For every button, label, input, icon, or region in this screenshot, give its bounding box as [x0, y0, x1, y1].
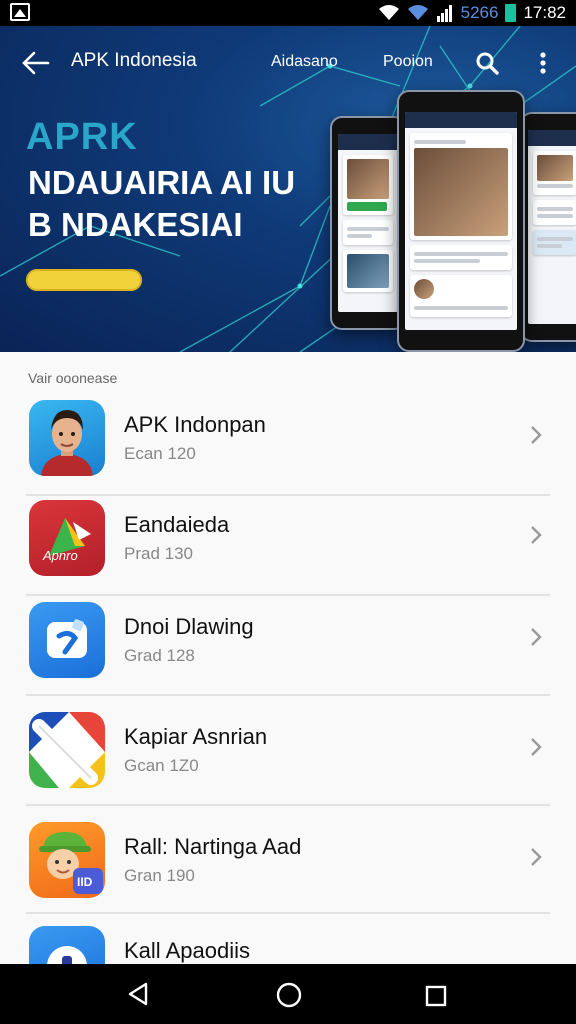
app-name: APK Indonpan — [124, 412, 266, 437]
app-subtitle: Gran 190 — [124, 866, 195, 885]
phone-screen — [528, 130, 576, 324]
app-subtitle: Ecan 120 — [124, 444, 196, 463]
phone-screen — [338, 134, 398, 312]
app-title: APK Indonesia — [71, 50, 197, 71]
divider — [26, 804, 550, 806]
list-item[interactable]: Apnro Eandaieda Prad 130 — [26, 500, 550, 596]
drawing-app-icon — [29, 602, 105, 678]
app-bar: APK Indonesia Aidasano Pooion — [0, 26, 576, 100]
phone-mockup-left — [330, 116, 406, 330]
chevron-right-icon — [531, 628, 542, 646]
list-item[interactable]: Dnoi Dlawing Grad 128 — [26, 602, 550, 696]
phone-screen — [405, 112, 517, 330]
list-item[interactable]: IID Rall: Nartinga Aad Gran 190 — [26, 822, 550, 914]
banner-headline-line2: B NDAKESIAI — [28, 206, 243, 243]
tab-aidasano[interactable]: Aidasano — [271, 53, 338, 71]
chevron-right-icon — [531, 526, 542, 544]
app-subtitle: Gcan 1Z0 — [124, 756, 199, 775]
chevron-right-icon — [531, 738, 542, 756]
battery-icon — [505, 4, 517, 22]
app-list: Vair ooonease APK Indonpan Ecan 120 Apnr — [0, 352, 576, 964]
status-bar: 5266 17:82 — [0, 0, 576, 26]
app-subtitle: Prad 130 — [124, 544, 193, 563]
app-name: Kall Apaodiis — [124, 938, 250, 963]
more-vert-icon[interactable] — [533, 50, 553, 76]
section-label: Vair ooonease — [28, 370, 118, 386]
app-name: Eandaieda — [124, 512, 230, 537]
blue-app-icon — [29, 926, 105, 964]
signal-icon — [436, 5, 452, 22]
image-icon — [10, 3, 30, 21]
navigation-bar — [0, 964, 576, 1024]
divider — [26, 594, 550, 596]
app-name: Rall: Nartinga Aad — [124, 834, 302, 859]
app-name: Kapiar Asnrian — [124, 724, 268, 749]
status-icons: 5266 17:82 — [378, 3, 566, 23]
divider — [26, 912, 550, 914]
divider — [26, 494, 550, 496]
signal-text: 5266 — [460, 3, 499, 22]
cartoon-avatar-icon: IID — [29, 822, 105, 898]
nav-recents-icon[interactable] — [425, 985, 447, 1007]
banner-brand: APRK — [26, 116, 138, 158]
nav-home-icon[interactable] — [276, 982, 302, 1008]
tab-pooion[interactable]: Pooion — [383, 53, 433, 71]
list-item[interactable]: Kapiar Asnrian Gcan 1Z0 — [26, 712, 550, 806]
list-item[interactable]: APK Indonpan Ecan 120 — [26, 400, 550, 496]
hero-banner: APK Indonesia Aidasano Pooion APRK NDAUA… — [0, 26, 576, 352]
nav-back-icon[interactable] — [126, 982, 150, 1006]
app-name: Dnoi Dlawing — [124, 614, 254, 639]
back-arrow-icon[interactable] — [20, 50, 50, 76]
svg-text:IID: IID — [77, 875, 93, 889]
divider — [26, 694, 550, 696]
search-icon[interactable] — [474, 50, 500, 76]
apnro-logo-icon: Apnro — [29, 500, 105, 576]
banner-cta-button[interactable] — [26, 269, 142, 291]
phone-mockup-right — [520, 112, 576, 342]
clock: 17:82 — [523, 3, 566, 22]
chevron-right-icon — [531, 426, 542, 444]
avatar-icon — [29, 400, 105, 476]
chevron-right-icon — [531, 848, 542, 866]
svg-text:Apnro: Apnro — [42, 548, 78, 563]
phone-mockup-center — [397, 90, 525, 352]
app-subtitle: Grad 128 — [124, 646, 195, 665]
pen-app-icon — [29, 712, 105, 788]
wifi-icon — [407, 5, 428, 20]
list-item[interactable]: Kall Apaodiis — [26, 926, 550, 964]
wifi-icon — [378, 5, 399, 20]
banner-headline-line1: NDAUAIRIA AI IU — [28, 164, 296, 201]
